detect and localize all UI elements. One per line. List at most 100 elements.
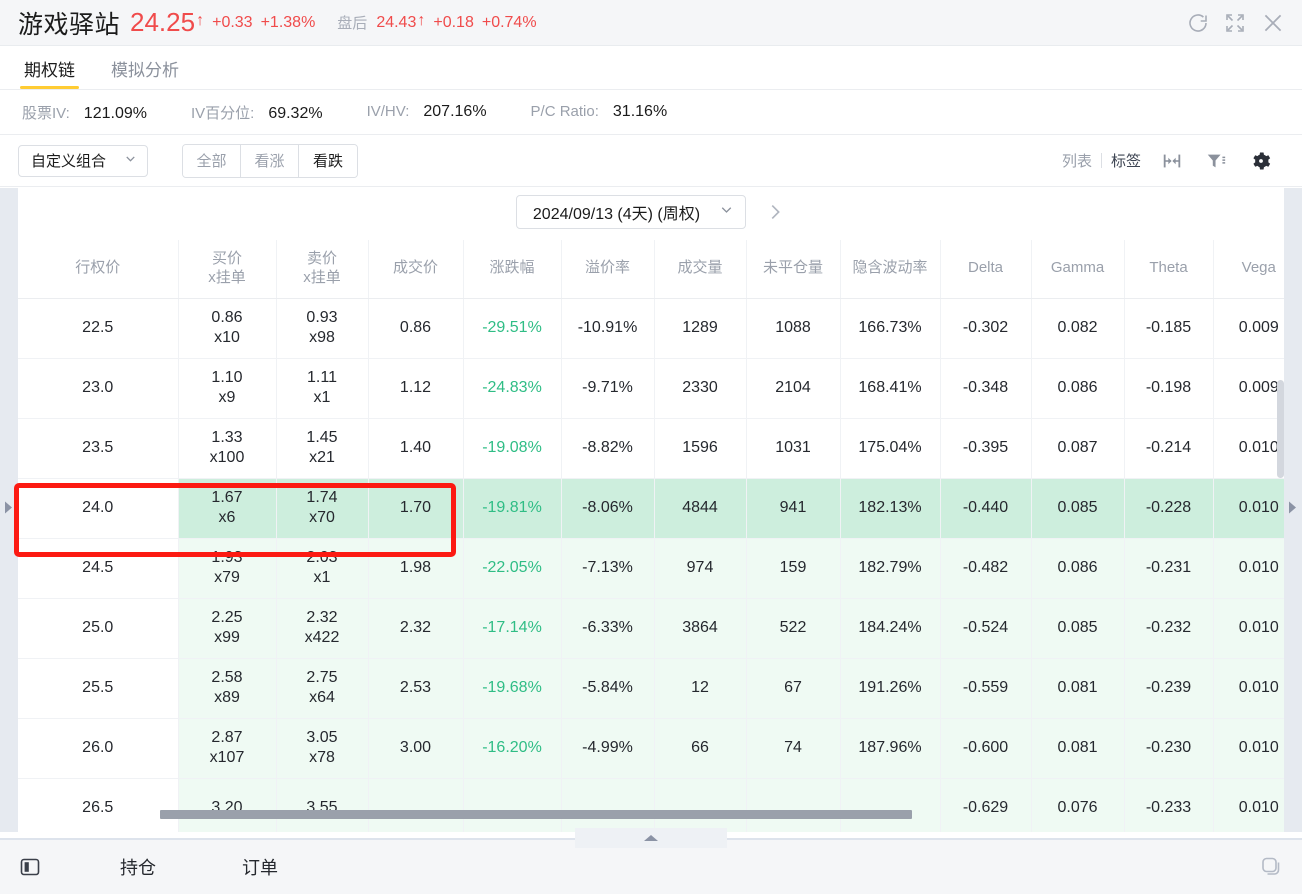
price-change: +0.33	[212, 13, 253, 31]
column-header-change-pct-label: 涨跌幅	[489, 259, 535, 277]
cell-change_pct: -19.08%	[463, 418, 562, 479]
cell-bid: 2.25 x99	[178, 598, 277, 659]
horizontal-scrollbar[interactable]	[160, 810, 912, 819]
cell-bid: 1.93 x79	[178, 538, 277, 599]
table-row[interactable]: 25.5 2.58 x89 2.75 x64 2.53 -19.68% -5.84% 12 67 1…	[18, 658, 1284, 719]
cell-change_pct: -22.05%	[463, 538, 562, 599]
cell-bid: 0.86 x10	[178, 298, 277, 359]
cell-ask-price: 3.05	[306, 728, 338, 746]
collapse-columns-icon[interactable]	[1150, 150, 1194, 172]
column-header-ask-label: 卖价	[306, 250, 337, 267]
cell-theta: -0.232	[1124, 598, 1214, 659]
filter-toolbar: 自定义组合 全部 看涨 看跌 列表 标签	[0, 135, 1302, 187]
window-header: 游戏驿站 24.25 ↑ +0.33 +1.38% 盘后 24.43 ↑ +0.…	[0, 0, 1302, 46]
next-expiry-button[interactable]	[764, 201, 786, 223]
cell-volume: 974	[654, 538, 747, 599]
cell-change_pct: -29.51%	[463, 298, 562, 359]
gear-icon[interactable]	[1238, 149, 1284, 173]
cell-iv: 182.13%	[840, 478, 941, 539]
post-market-price: 24.43	[376, 13, 417, 31]
column-header-vega[interactable]: Vega	[1213, 240, 1284, 299]
cell-delta: -0.482	[940, 538, 1032, 599]
option-chain-table-container[interactable]: 行权价 买价 x挂单 卖价 x挂单 成交价 涨跌幅 溢价率 成交量 未平仓量 隐…	[18, 240, 1284, 832]
tab-bar: 期权链 模拟分析	[0, 46, 1302, 90]
cell-strike: 23.0	[18, 358, 179, 419]
cell-bid-size: x100	[209, 449, 245, 466]
cell-last: 1.12	[368, 358, 464, 419]
column-header-premium-pct[interactable]: 溢价率	[561, 240, 655, 299]
cell-volume: 1289	[654, 298, 747, 359]
table-row[interactable]: 22.5 0.86 x10 0.93 x98 0.86 -29.51% -10.91% 1289…	[18, 298, 1284, 359]
column-header-volume[interactable]: 成交量	[654, 240, 747, 299]
column-header-delta-label: Delta	[967, 259, 1004, 277]
cell-volume: 2330	[654, 358, 747, 419]
cell-ask: 3.55	[276, 778, 369, 832]
column-header-gamma[interactable]: Gamma	[1031, 240, 1125, 299]
table-row[interactable]: 24.0 1.67 x6 1.74 x70 1.70 -19.81% -8.06% 4844 94…	[18, 478, 1284, 539]
cell-vega: 0.009	[1213, 298, 1284, 359]
column-header-iv[interactable]: 隐含波动率	[840, 240, 941, 299]
collapse-panel-tab[interactable]	[575, 828, 727, 848]
view-mode-tag[interactable]: 标签	[1102, 150, 1150, 171]
view-mode-list[interactable]: 列表	[1053, 150, 1101, 171]
segment-puts[interactable]: 看跌	[299, 144, 357, 177]
column-header-delta[interactable]: Delta	[940, 240, 1032, 299]
cell-last: 3.00	[368, 718, 464, 779]
cell-ask: 0.93 x98	[276, 298, 369, 359]
cell-iv: 184.24%	[840, 598, 941, 659]
table-row[interactable]: 25.0 2.25 x99 2.32 x422 2.32 -17.14% -6.33% 3864…	[18, 598, 1284, 659]
close-icon[interactable]	[1260, 10, 1286, 36]
cell-theta: -0.228	[1124, 478, 1214, 539]
column-header-bid-sub: x挂单	[208, 268, 246, 286]
column-header-open-interest[interactable]: 未平仓量	[746, 240, 841, 299]
window-controls	[1186, 10, 1286, 36]
table-row[interactable]: 26.0 2.87 x107 3.05 x78 3.00 -16.20% -4.99% 66 74…	[18, 718, 1284, 779]
cell-bid-size: x9	[218, 389, 236, 406]
chevron-down-icon	[123, 151, 138, 170]
cell-theta: -0.185	[1124, 298, 1214, 359]
column-header-strike[interactable]: 行权价	[18, 240, 179, 299]
cell-delta: -0.348	[940, 358, 1032, 419]
column-header-change-pct[interactable]: 涨跌幅	[463, 240, 562, 299]
segment-calls[interactable]: 看涨	[241, 144, 299, 177]
custom-combo-dropdown[interactable]: 自定义组合	[18, 144, 148, 177]
symbol-name: 游戏驿站	[18, 10, 121, 39]
cell-gamma: 0.085	[1031, 598, 1125, 659]
refresh-icon[interactable]	[1186, 11, 1210, 35]
bottom-tab-orders[interactable]: 订单	[242, 854, 278, 880]
filter-icon[interactable]	[1194, 150, 1238, 172]
vertical-scrollbar[interactable]	[1277, 380, 1284, 478]
cell-premium_pct: -5.84%	[561, 658, 655, 719]
expiry-date-dropdown[interactable]: 2024/09/13 (4天) (周权)	[515, 195, 747, 229]
table-row[interactable]: 24.5 1.93 x79 2.03 x1 1.98 -22.05% -7.13% 974 159…	[18, 538, 1284, 599]
cell-ask-price: 1.11	[307, 368, 337, 386]
segment-all[interactable]: 全部	[183, 144, 241, 177]
cell-gamma: 0.081	[1031, 718, 1125, 779]
column-header-last-label: 成交价	[392, 259, 438, 277]
fullscreen-icon[interactable]	[1223, 11, 1247, 35]
panel-toggle-icon[interactable]	[18, 855, 42, 879]
cell-open_interest: 2104	[746, 358, 841, 419]
windows-stack-icon[interactable]	[1258, 854, 1284, 880]
column-header-strike-label: 行权价	[75, 259, 121, 277]
table-row[interactable]: 23.0 1.10 x9 1.11 x1 1.12 -24.83% -9.71% 2330 210…	[18, 358, 1284, 419]
right-panel-handle[interactable]	[1284, 188, 1302, 832]
column-header-last[interactable]: 成交价	[368, 240, 464, 299]
column-header-ask[interactable]: 卖价 x挂单	[276, 240, 369, 299]
cell-gamma: 0.087	[1031, 418, 1125, 479]
tab-simulation-analysis[interactable]: 模拟分析	[109, 56, 181, 89]
table-row[interactable]: 26.5 3.20 3.55 -0.629 0.076 -0.233 0.010	[18, 778, 1284, 832]
bottom-tab-positions[interactable]: 持仓	[120, 854, 156, 880]
column-header-bid[interactable]: 买价 x挂单	[178, 240, 277, 299]
left-panel-handle[interactable]	[0, 188, 18, 832]
cell-last: 1.40	[368, 418, 464, 479]
column-header-theta[interactable]: Theta	[1124, 240, 1214, 299]
cell-bid: 3.20	[178, 778, 277, 832]
stat-stock-iv-label: 股票IV:	[22, 104, 70, 122]
cell-delta: -0.524	[940, 598, 1032, 659]
tab-option-chain[interactable]: 期权链	[20, 56, 79, 89]
table-row[interactable]: 23.5 1.33 x100 1.45 x21 1.40 -19.08% -8.82% 1596…	[18, 418, 1284, 479]
cell-gamma: 0.082	[1031, 298, 1125, 359]
cell-ask-size: x21	[309, 449, 335, 466]
cell-open_interest	[746, 778, 841, 832]
